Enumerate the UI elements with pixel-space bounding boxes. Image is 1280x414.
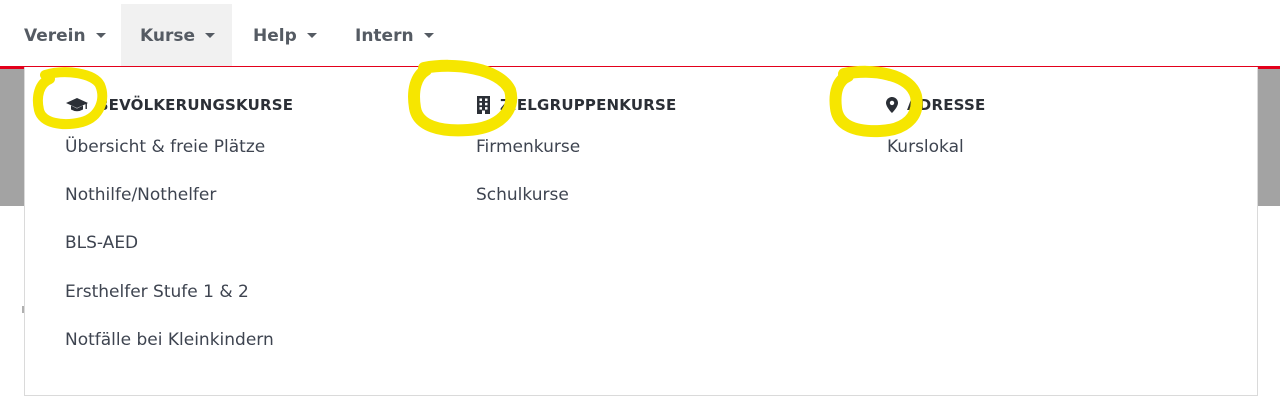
nav-item-kurse[interactable]: Kurse [121, 4, 232, 67]
menu-link-ersthelfer[interactable]: Ersthelfer Stufe 1 & 2 [65, 282, 249, 302]
nav-item-help[interactable]: Help [253, 4, 317, 67]
column-heading-zielgruppenkurse: ZIELGRUPPENKURSE [476, 94, 676, 116]
menu-link-nothilfe[interactable]: Nothilfe/Nothelfer [65, 185, 216, 205]
nav-item-intern[interactable]: Intern [355, 4, 434, 67]
column-heading-label: ADRESSE [907, 96, 986, 114]
graduation-cap-icon [66, 98, 88, 112]
caret-down-icon [306, 33, 317, 38]
menu-link-bls-aed[interactable]: BLS-AED [65, 233, 138, 253]
column-heading-label: ZIELGRUPPENKURSE [500, 96, 677, 114]
caret-down-icon [95, 33, 106, 38]
caret-down-icon [205, 33, 216, 38]
menu-link-kurslokal[interactable]: Kurslokal [887, 137, 964, 157]
menu-link-firmenkurse[interactable]: Firmenkurse [476, 137, 580, 157]
map-marker-icon [886, 97, 898, 113]
menu-link-schulkurse[interactable]: Schulkurse [476, 185, 569, 205]
caret-down-icon [423, 33, 434, 38]
nav-item-label: Verein [24, 25, 86, 46]
building-icon [476, 96, 491, 114]
menu-link-notfaelle-kleinkinder[interactable]: Notfälle bei Kleinkindern [65, 330, 274, 350]
nav-item-verein[interactable]: Verein [24, 4, 106, 67]
nav-item-label: Intern [355, 25, 414, 46]
column-heading-adresse: ADRESSE [886, 94, 985, 116]
nav-item-label: Help [253, 25, 297, 46]
menu-link-uebersicht[interactable]: Übersicht & freie Plätze [65, 137, 265, 157]
nav-item-label: Kurse [140, 25, 196, 46]
column-heading-label: BEVÖLKERUNGSKURSE [97, 96, 294, 114]
column-heading-bevoelkerungskurse: BEVÖLKERUNGSKURSE [66, 94, 293, 116]
top-navbar: Verein Kurse Help Intern [0, 0, 1280, 67]
